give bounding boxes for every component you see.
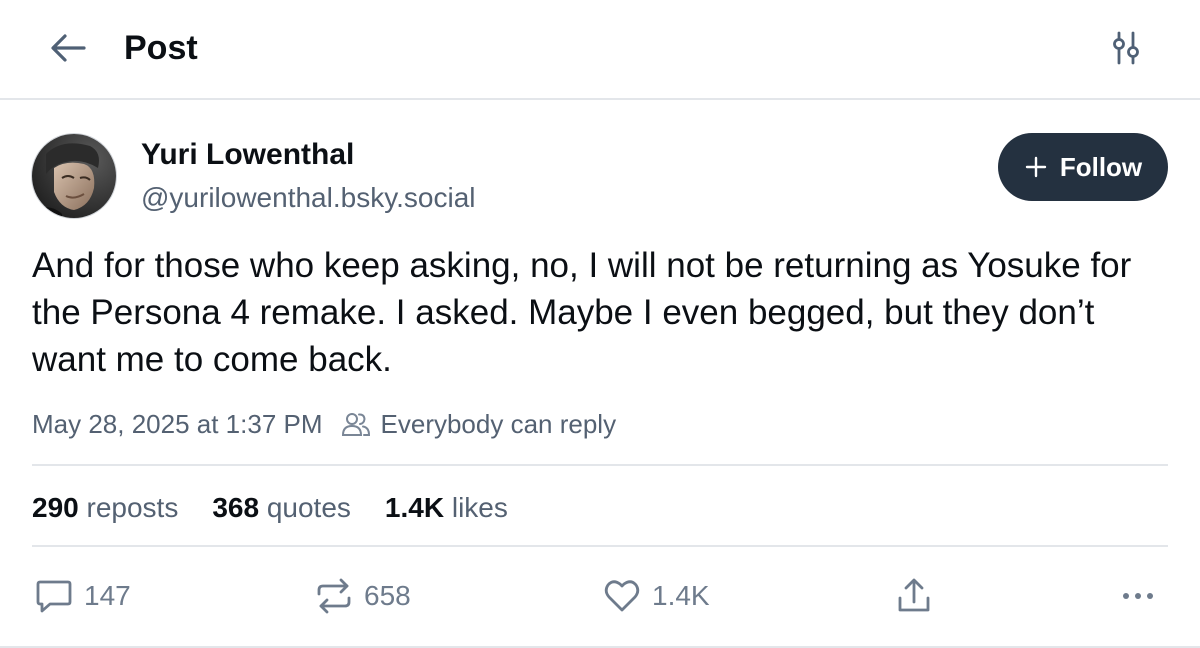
back-button[interactable] [44,28,92,68]
avatar-photo [32,134,116,218]
share-button[interactable] [894,574,934,618]
post-timestamp[interactable]: May 28, 2025 at 1:37 PM [32,409,323,440]
plus-icon [1025,156,1047,178]
like-count: 1.4K [652,580,710,611]
heart-icon [604,580,640,612]
more-options-button[interactable] [1118,574,1158,618]
like-button[interactable]: 1.4K [602,574,710,618]
reply-setting-label: Everybody can reply [380,408,617,439]
follow-button[interactable]: Follow [998,133,1168,201]
sliders-icon [1113,31,1139,65]
thread-settings-button[interactable] [1104,28,1148,68]
reposts-stat[interactable]: 290 reposts [32,492,178,524]
repost-button[interactable]: 658 [314,574,411,618]
divider [32,545,1168,547]
quotes-stat[interactable]: 368 quotes [212,492,351,524]
follow-label: Follow [1059,151,1143,182]
top-bar: Post [0,0,1200,100]
people-icon [341,413,370,436]
reply-button[interactable]: 147 [34,574,131,618]
more-icon [1123,593,1153,599]
likes-stat[interactable]: 1.4K likes [385,492,508,524]
avatar[interactable] [32,134,116,218]
reply-setting[interactable]: Everybody can reply [341,408,617,440]
author-handle[interactable]: @yurilowenthal.bsky.social [141,180,475,216]
page-title: Post [124,29,198,67]
reply-count: 147 [84,580,131,611]
author-name[interactable]: Yuri Lowenthal [141,136,354,174]
arrow-left-icon [51,34,86,62]
share-icon [898,578,930,612]
post-text: And for those who keep asking, no, I wil… [32,246,1132,379]
repost-count: 658 [364,580,411,611]
post-meta: May 28, 2025 at 1:37 PM Everybody can re… [32,406,616,442]
comment-icon [36,580,72,613]
repost-icon [317,578,351,614]
engagement-stats: 290 reposts 368 quotes 1.4K likes [32,488,542,528]
divider [32,464,1168,466]
